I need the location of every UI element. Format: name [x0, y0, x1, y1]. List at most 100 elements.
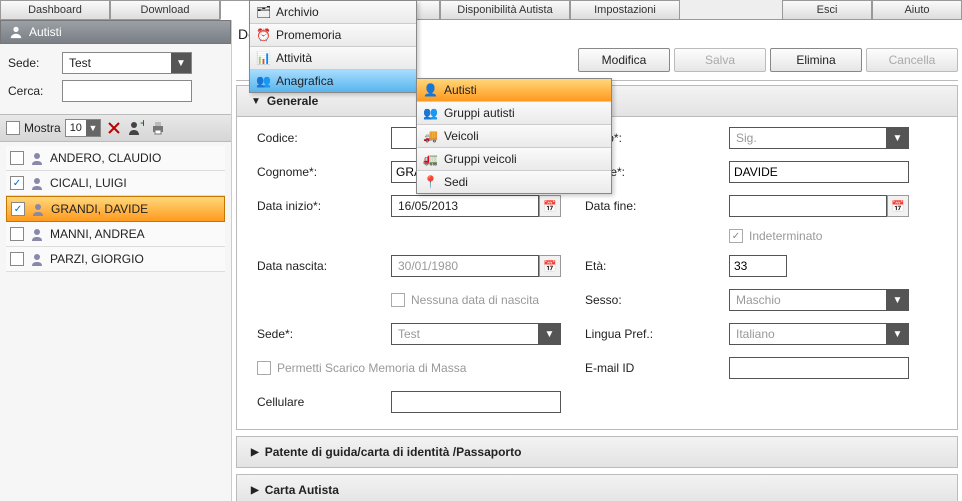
cancella-button[interactable]: Cancella [866, 48, 958, 72]
titolo-select[interactable]: Sig. ▼ [729, 127, 909, 149]
chevron-right-icon: ▶ [251, 485, 259, 496]
list-item[interactable]: ✓ GRANDI, DAVIDE [6, 196, 225, 222]
sede-form-select[interactable]: Test ▼ [391, 323, 561, 345]
user-icon [30, 252, 44, 266]
data-fine-label: Data fine: [585, 199, 705, 213]
list-item[interactable]: ✓ CICALI, LUIGI [6, 171, 225, 196]
titolo-value: Sig. [729, 127, 887, 149]
section-carta-header[interactable]: ▶ Carta Autista [236, 474, 958, 501]
driver-name: PARZI, GIORGIO [50, 252, 144, 266]
list-checkbox[interactable] [10, 151, 24, 165]
tab-dashboard[interactable]: Dashboard [0, 0, 110, 20]
users-icon: 👥 [423, 106, 438, 120]
calendar-icon[interactable]: 📅 [539, 195, 561, 217]
menu-item-promemoria[interactable]: ⏰ Promemoria [250, 23, 416, 46]
eta-input[interactable] [729, 255, 787, 277]
submenu-label: Veicoli [444, 129, 479, 143]
nome-input[interactable] [729, 161, 909, 183]
eta-label: Età: [585, 259, 705, 273]
section-title: Generale [267, 94, 318, 108]
cerca-input[interactable] [62, 80, 192, 102]
lingua-select[interactable]: Italiano ▼ [729, 323, 909, 345]
sesso-label: Sesso: [585, 293, 705, 307]
data-inizio-input[interactable]: 16/05/2013 📅 [391, 195, 561, 217]
add-user-icon[interactable]: + [127, 119, 145, 137]
archive-icon: 🗂 [256, 5, 270, 19]
pin-icon: 📍 [423, 175, 438, 189]
codice-label: Codice: [257, 131, 367, 145]
chevron-down-icon: ▼ [887, 323, 909, 345]
mostra-select[interactable]: 10 ▼ [65, 119, 101, 137]
select-all-checkbox[interactable] [6, 121, 20, 135]
data-inizio-value: 16/05/2013 [391, 195, 539, 217]
tab-download[interactable]: Download [110, 0, 220, 20]
submenu-item-gruppi-autisti[interactable]: 👥 Gruppi autisti [417, 101, 611, 124]
list-item[interactable]: MANNI, ANDREA [6, 222, 225, 247]
modifica-button[interactable]: Modifica [578, 48, 670, 72]
list-checkbox[interactable] [10, 252, 24, 266]
email-input[interactable] [729, 357, 909, 379]
menu-label: Anagrafica [276, 74, 333, 88]
submenu-item-veicoli[interactable]: 🚚 Veicoli [417, 124, 611, 147]
list-item[interactable]: ANDERO, CLAUDIO [6, 146, 225, 171]
archivio-dropdown: 🗂 Archivio ⏰ Promemoria 📊 Attività 👥 Ana… [249, 0, 417, 93]
menu-item-archivio[interactable]: 🗂 Archivio [250, 1, 416, 23]
drivers-list: ANDERO, CLAUDIO ✓ CICALI, LUIGI ✓ GRANDI… [0, 142, 231, 276]
salva-button[interactable]: Salva [674, 48, 766, 72]
calendar-icon[interactable]: 📅 [539, 255, 561, 277]
mostra-value: 10 [66, 120, 86, 136]
menu-label: Promemoria [276, 28, 341, 42]
chevron-down-icon: ▼ [887, 127, 909, 149]
clock-icon: ⏰ [256, 28, 270, 42]
anagrafica-submenu: 👤 Autisti 👥 Gruppi autisti 🚚 Veicoli 🚛 G… [416, 78, 612, 194]
list-checkbox[interactable]: ✓ [10, 176, 24, 190]
driver-name: MANNI, ANDREA [50, 227, 145, 241]
permetti-checkbox[interactable]: Permetti Scarico Memoria di Massa [257, 361, 561, 375]
submenu-item-sedi[interactable]: 📍 Sedi [417, 170, 611, 193]
data-nascita-label: Data nascita: [257, 259, 367, 273]
list-checkbox[interactable]: ✓ [11, 202, 25, 216]
mostra-label: Mostra [24, 121, 61, 135]
user-icon [30, 151, 44, 165]
sidebar-filters: Sede: Test ▼ Cerca: [0, 44, 231, 114]
nessuna-nascita-checkbox[interactable]: Nessuna data di nascita [391, 293, 561, 307]
truck-icon: 🚚 [423, 129, 438, 143]
sidebar-title-text: Autisti [29, 25, 62, 39]
nessuna-nascita-label: Nessuna data di nascita [411, 293, 539, 307]
data-nascita-input[interactable]: 30/01/1980 📅 [391, 255, 561, 277]
calendar-icon[interactable]: 📅 [887, 195, 909, 217]
sede-label: Sede: [8, 56, 54, 70]
user-icon [30, 227, 44, 241]
submenu-item-gruppi-veicoli[interactable]: 🚛 Gruppi veicoli [417, 147, 611, 170]
email-label: E-mail ID [585, 361, 705, 375]
lingua-value: Italiano [729, 323, 887, 345]
delete-icon[interactable] [105, 119, 123, 137]
driver-name: CICALI, LUIGI [50, 176, 127, 190]
indeterminato-checkbox[interactable]: ✓ Indeterminato [729, 229, 909, 243]
chevron-right-icon: ▶ [251, 447, 259, 458]
chevron-down-icon: ▼ [539, 323, 561, 345]
menu-item-anagrafica[interactable]: 👥 Anagrafica [250, 69, 416, 92]
sede-select[interactable]: Test ▼ [62, 52, 192, 74]
cellulare-input[interactable] [391, 391, 561, 413]
trucks-icon: 🚛 [423, 152, 438, 166]
indeterminato-label: Indeterminato [749, 229, 822, 243]
tab-impostazioni[interactable]: Impostazioni [570, 0, 680, 20]
list-item[interactable]: PARZI, GIORGIO [6, 247, 225, 272]
submenu-item-autisti[interactable]: 👤 Autisti [417, 79, 611, 101]
data-fine-input[interactable]: 📅 [729, 195, 909, 217]
submenu-label: Sedi [444, 175, 468, 189]
elimina-button[interactable]: Elimina [770, 48, 862, 72]
cognome-label: Cognome*: [257, 165, 367, 179]
tab-esci[interactable]: Esci [782, 0, 872, 20]
tab-aiuto[interactable]: Aiuto [872, 0, 962, 20]
tab-disponibilita[interactable]: Disponibilità Autista [440, 0, 570, 20]
chevron-down-icon: ▼ [887, 289, 909, 311]
submenu-label: Autisti [444, 83, 477, 97]
menu-item-attivita[interactable]: 📊 Attività [250, 46, 416, 69]
driver-name: ANDERO, CLAUDIO [50, 151, 161, 165]
section-patente-header[interactable]: ▶ Patente di guida/carta di identità /Pa… [236, 436, 958, 468]
list-checkbox[interactable] [10, 227, 24, 241]
print-icon[interactable] [149, 119, 167, 137]
sesso-select[interactable]: Maschio ▼ [729, 289, 909, 311]
